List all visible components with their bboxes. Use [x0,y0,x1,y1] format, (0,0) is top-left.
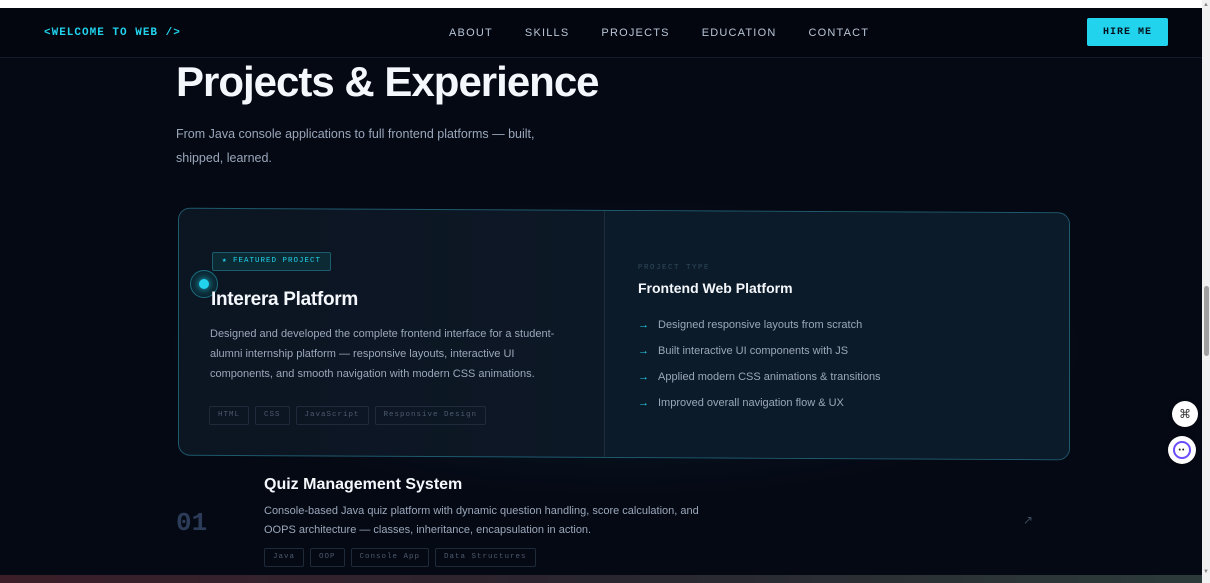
featured-badge: ★ FEATURED PROJECT [212,252,332,271]
tag: Data Structures [435,548,536,567]
arrow-right-icon: → [638,371,649,383]
nav-link-skills[interactable]: SKILLS [525,27,570,39]
nav-link-education[interactable]: EDUCATION [702,27,777,39]
bullet-text: Built interactive UI components with JS [658,345,849,357]
external-link-icon[interactable]: ↗ [1023,513,1033,527]
bottom-strip [0,575,1202,583]
top-navbar: <WELCOME TO WEB /> ABOUT SKILLS PROJECTS… [0,8,1202,58]
bullet-text: Applied modern CSS animations & transiti… [658,371,881,383]
section-subtitle: From Java console applications to full f… [176,127,535,165]
apps-widget-button[interactable]: ⌘ [1172,401,1198,427]
tag: OOP [310,548,345,567]
featured-tags: HTML CSS JavaScript Responsive Design [209,406,487,425]
bullet-item: → Designed responsive layouts from scratc… [638,319,881,345]
tag: Java [264,548,305,567]
bullet-text: Designed responsive layouts from scratch [658,319,863,331]
nav-link-projects[interactable]: PROJECTS [601,27,669,39]
timeline-dot-icon [199,279,209,289]
card-divider [604,210,605,457]
assistant-eyes: •• [1178,446,1186,454]
bullet-text: Improved overall navigation flow & UX [658,397,844,409]
project-type-label: PROJECT TYPE [638,264,711,272]
assistant-widget-button[interactable]: •• [1168,436,1196,464]
project-number: 01 [176,508,208,538]
tag: Console App [350,548,430,567]
apps-grid-icon: ⌘ [1179,407,1191,421]
arrow-right-icon: → [638,397,649,409]
page-viewport: <WELCOME TO WEB /> ABOUT SKILLS PROJECTS… [0,8,1202,578]
project-title[interactable]: Quiz Management System [264,476,462,494]
featured-project-description: Designed and developed the complete fron… [210,328,555,380]
project-tags: Java OOP Console App Data Structures [264,548,536,567]
scroll-up-icon[interactable]: ▲ [1203,2,1209,8]
featured-project-title: Interera Platform [211,289,358,310]
tag: JavaScript [295,406,369,425]
scrollbar-thumb[interactable] [1204,286,1209,356]
bullet-item: → Built interactive UI components with JS [638,345,881,371]
nav-link-about[interactable]: ABOUT [449,27,493,39]
featured-bullets: → Designed responsive layouts from scratc… [638,319,881,423]
section-title: Projects & Experience [176,58,600,105]
nav-link-contact[interactable]: CONTACT [808,27,869,39]
arrow-right-icon: → [638,319,649,331]
assistant-face-icon: •• [1173,441,1191,459]
site-logo[interactable]: <WELCOME TO WEB /> [44,27,181,39]
tag: Responsive Design [374,406,487,425]
bullet-item: → Applied modern CSS animations & transit… [638,371,881,397]
project-description: Console-based Java quiz platform with dy… [264,505,699,536]
nav-links: ABOUT SKILLS PROJECTS EDUCATION CONTACT [449,27,901,39]
arrow-right-icon: → [638,345,649,357]
project-type-value: Frontend Web Platform [638,280,793,296]
tag: CSS [255,406,290,425]
bullet-item: → Improved overall navigation flow & UX [638,397,881,423]
tag: HTML [209,406,250,425]
scroll-down-icon[interactable]: ▼ [1203,569,1209,575]
hire-me-button[interactable]: HIRE ME [1087,18,1168,46]
